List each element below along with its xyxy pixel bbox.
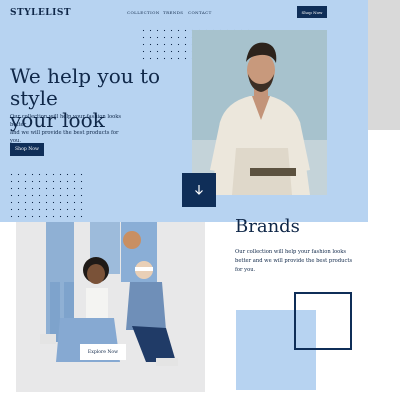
hero-model-photo [192,30,327,195]
hero-section: STYLELIST COLLECTION TRENDS CONTACT Shop… [0,0,368,222]
hero-shop-button[interactable]: Shop Now [10,143,44,156]
side-panel [368,0,400,130]
nav-item-collection[interactable]: COLLECTION [127,10,160,15]
arrow-down-icon [195,185,203,195]
group-illustration [16,222,205,392]
group-models-photo [16,222,205,392]
nav-shop-button[interactable]: Shop Now [297,6,327,18]
decorative-outline-square [294,292,352,350]
explore-button[interactable]: Explore Now [80,344,126,360]
dot-pattern-bottom [8,171,83,220]
brands-text-line-2: better and we will provide the best prod… [235,258,353,264]
brands-text-line-1: Our collection will help your fashion lo… [235,249,347,255]
hero-subtitle: Our collection will help your fashion lo… [10,113,130,145]
hero-title-line-1: We help you to style [10,64,161,110]
brands-text-line-3: for you. [235,267,256,273]
brands-description: Our collection will help your fashion lo… [235,248,360,275]
scroll-down-button[interactable] [182,173,216,207]
brand-logo[interactable]: STYLELIST [10,8,71,18]
nav-item-trends[interactable]: TRENDS [163,10,183,15]
brands-title: Brands [235,216,300,237]
model-illustration [192,30,327,195]
hero-subtitle-line-2: and we will provide the best products fo… [10,130,119,144]
hero-subtitle-line-1: Our collection will help your fashion lo… [10,114,122,128]
nav-item-contact[interactable]: CONTACT [188,10,212,15]
